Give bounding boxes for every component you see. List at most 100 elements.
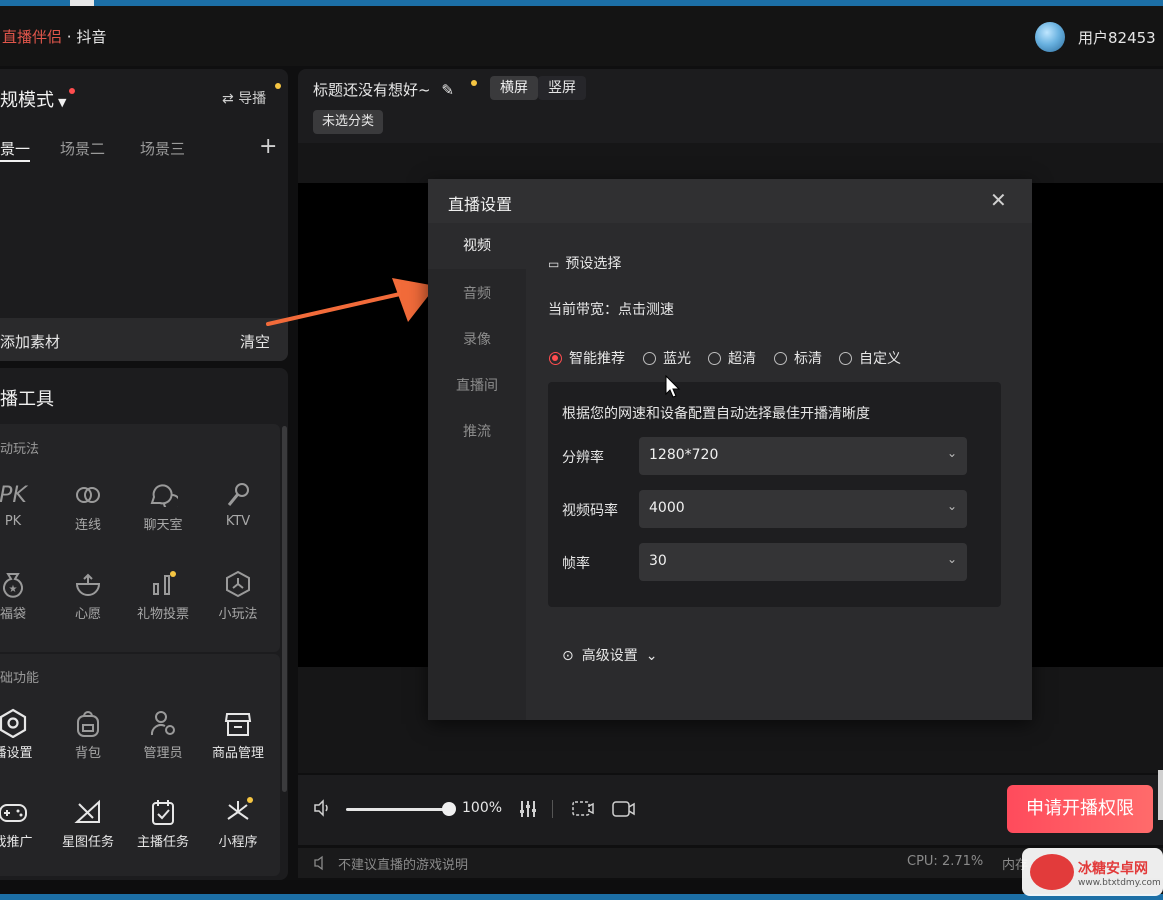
backpack-icon xyxy=(53,706,123,740)
right-edge-scroll[interactable] xyxy=(1158,770,1163,820)
tool-pk[interactable]: PK PK xyxy=(0,478,48,530)
divider xyxy=(552,800,553,818)
tool-mini-game[interactable]: 小玩法 xyxy=(203,567,273,622)
tab-scene-3[interactable]: 场景三 xyxy=(140,138,185,159)
tab-scene-1[interactable]: 景一 xyxy=(0,138,30,159)
tool-star-map[interactable]: 星图任务 xyxy=(53,795,123,850)
resolution-select[interactable]: 1280*720 ⌄ xyxy=(639,437,967,475)
portrait-button[interactable]: 竖屏 xyxy=(538,76,586,100)
speaker-icon[interactable] xyxy=(313,799,331,821)
quality-custom[interactable]: 自定义 xyxy=(839,348,901,368)
tool-mini-program[interactable]: 小程序 xyxy=(203,795,273,850)
chevron-down-icon: ⌄ xyxy=(645,648,658,664)
admin-icon xyxy=(128,706,198,740)
gift-vote-icon xyxy=(128,567,198,601)
quality-smart[interactable]: 智能推荐 xyxy=(549,348,625,368)
tool-label: 戏推广 xyxy=(0,835,33,850)
framerate-value: 30 xyxy=(649,553,667,569)
quality-ultra[interactable]: 超清 xyxy=(708,348,756,368)
dialog-tab-recording[interactable]: 录像 xyxy=(428,329,526,349)
quality-standard[interactable]: 标清 xyxy=(774,348,822,368)
monitor-icon: ▭ xyxy=(548,257,560,271)
tab-scene-2[interactable]: 场景二 xyxy=(60,138,105,159)
tool-label: 福袋 xyxy=(0,607,26,622)
close-icon[interactable]: ✕ xyxy=(990,188,1007,212)
tools-scrollbar[interactable] xyxy=(282,426,287,792)
camera-icon[interactable] xyxy=(611,799,635,823)
mode-selector[interactable]: 规模式 ▼ xyxy=(0,86,66,112)
active-tab-indicator xyxy=(0,160,30,162)
add-scene-icon[interactable]: + xyxy=(259,134,277,159)
title-bar xyxy=(0,6,1163,66)
tool-shop[interactable]: 商品管理 xyxy=(203,706,273,761)
tool-label: 小程序 xyxy=(218,835,258,850)
tool-label: 星图任务 xyxy=(61,835,114,850)
notification-dot xyxy=(69,88,75,94)
quality-bluray[interactable]: 蓝光 xyxy=(643,348,691,368)
tool-label: 背包 xyxy=(74,746,101,761)
game-notice-link[interactable]: 不建议直播的游戏说明 xyxy=(338,854,468,873)
tool-anchor-task[interactable]: 主播任务 xyxy=(128,795,198,850)
guide-button[interactable]: ⇄ 导播 xyxy=(222,88,266,108)
tool-label: 礼物投票 xyxy=(136,607,189,622)
title-notification-dot xyxy=(471,80,477,86)
tool-chatroom[interactable]: 聊天室 xyxy=(128,478,198,533)
volume-slider-handle[interactable] xyxy=(442,802,456,816)
apply-live-permission-button[interactable]: 申请开播权限 xyxy=(1007,785,1153,833)
framerate-select[interactable]: 30 ⌄ xyxy=(639,543,967,581)
pk-icon: PK xyxy=(0,482,27,508)
tool-wish[interactable]: 心愿 xyxy=(53,567,123,622)
advanced-label: 高级设置 xyxy=(581,648,638,664)
target-icon: ⊙ xyxy=(562,648,574,664)
swap-icon: ⇄ xyxy=(222,91,234,107)
bitrate-select[interactable]: 4000 ⌄ xyxy=(639,490,967,528)
wish-icon xyxy=(53,567,123,601)
add-material-button[interactable]: 添加素材 xyxy=(0,331,60,352)
resolution-value: 1280*720 xyxy=(649,447,719,463)
category-tag[interactable]: 未选分类 xyxy=(313,110,384,134)
mini-program-icon xyxy=(203,795,273,829)
speaker-warning-icon xyxy=(313,855,329,875)
radio-icon xyxy=(708,351,721,365)
dialog-tab-video[interactable]: 视频 xyxy=(428,223,526,269)
tool-label: 播设置 xyxy=(0,746,33,761)
landscape-button[interactable]: 横屏 xyxy=(490,76,538,100)
dialog-tab-stream[interactable]: 推流 xyxy=(428,421,526,441)
tool-label: PK xyxy=(4,514,22,529)
tool-ktv[interactable]: KTV xyxy=(203,478,273,529)
tool-gift-vote[interactable]: 礼物投票 xyxy=(128,567,198,622)
chevron-down-icon: ⌄ xyxy=(946,499,957,513)
mixer-icon[interactable] xyxy=(518,799,538,823)
task-icon xyxy=(128,795,198,829)
edit-icon[interactable]: ✎ xyxy=(441,81,454,99)
dialog-tab-live-room[interactable]: 直播间 xyxy=(428,375,526,395)
stream-title[interactable]: 标题还没有想好~ ✎ xyxy=(313,79,454,100)
chevron-down-icon: ⌄ xyxy=(946,446,957,460)
basic-section-label: 础功能 xyxy=(0,671,40,686)
dialog-tab-audio[interactable]: 音频 xyxy=(428,283,526,303)
screen-capture-icon[interactable] xyxy=(570,799,594,823)
tool-label: 管理员 xyxy=(143,746,183,761)
interactive-section-label: 动玩法 xyxy=(0,442,40,457)
tool-game-promo[interactable]: 戏推广 xyxy=(0,795,48,850)
username[interactable]: 用户82453 xyxy=(1078,27,1156,48)
lucky-bag-icon: ★ xyxy=(0,567,48,601)
tool-link[interactable]: 连线 xyxy=(53,478,123,533)
framerate-label: 帧率 xyxy=(562,556,590,572)
tools-title: 播工具 xyxy=(0,389,54,410)
avatar[interactable] xyxy=(1035,22,1065,52)
tool-admin[interactable]: 管理员 xyxy=(128,706,198,761)
gamepad-icon xyxy=(0,795,48,829)
tool-lucky-bag[interactable]: ★ 福袋 xyxy=(0,567,48,622)
dialog-header xyxy=(428,179,1032,223)
advanced-settings-toggle[interactable]: ⊙ 高级设置 ⌄ xyxy=(562,645,657,665)
microphone-icon xyxy=(203,478,273,512)
mini-game-icon xyxy=(203,567,273,601)
volume-slider-track[interactable] xyxy=(346,808,450,811)
guide-notification-dot xyxy=(275,83,281,89)
link-icon xyxy=(53,478,123,512)
tool-live-settings[interactable]: 播设置 xyxy=(0,706,48,761)
tool-label: 聊天室 xyxy=(143,518,183,533)
bandwidth-test-link[interactable]: 当前带宽：点击测速 xyxy=(548,299,674,319)
tool-backpack[interactable]: 背包 xyxy=(53,706,123,761)
